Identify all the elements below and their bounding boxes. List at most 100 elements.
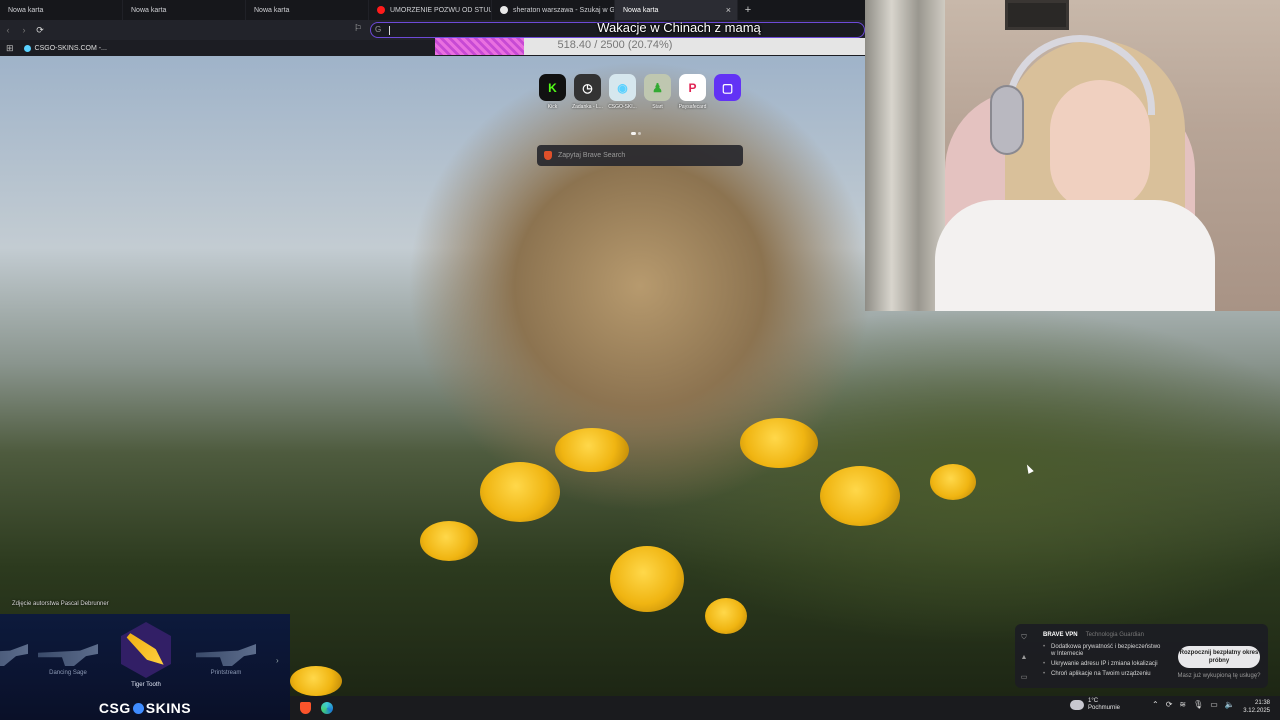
shortcut-tile[interactable]: ▢ xyxy=(710,74,745,118)
tab-title: Nowa karta xyxy=(8,6,44,14)
cloud-icon xyxy=(1070,700,1084,710)
skin-item[interactable]: Dancing Sage xyxy=(32,622,104,694)
flower xyxy=(740,418,818,468)
bookmark-csgo-skins[interactable]: CSGO-SKINS.COM -... xyxy=(35,45,107,52)
browser-tab[interactable]: Nowa karta xyxy=(246,0,369,20)
shortcut-tile[interactable]: ◷ Zadanka - L... xyxy=(570,74,605,118)
system-tray: ⌃ ⟳ ≋ 🎙 ▭ 🔈 xyxy=(1152,700,1235,709)
card-icon[interactable]: ▭ xyxy=(1019,668,1029,688)
flower xyxy=(420,521,478,561)
app-icon: ▢ xyxy=(714,74,741,101)
clock-date: 3.12.2025 xyxy=(1243,708,1270,714)
new-tab-button[interactable]: + xyxy=(738,0,758,20)
tab-active[interactable]: Nowa karta × xyxy=(615,0,738,20)
page-dot[interactable] xyxy=(638,132,641,135)
flower xyxy=(820,466,900,526)
weather-temp: 1°C xyxy=(1088,698,1099,704)
weather-widget[interactable]: 1°C Pochmurnie xyxy=(1070,698,1120,712)
skin-item[interactable]: Printstream xyxy=(190,622,262,694)
tray-chevron-icon[interactable]: ⌃ xyxy=(1152,700,1159,709)
browser-tab-bar: Nowa karta Nowa karta Nowa karta UMORZENIE … xyxy=(0,0,865,20)
reload-icon[interactable]: ⟳ xyxy=(32,25,48,36)
tab-title: Nowa karta xyxy=(131,6,167,14)
photo-credit[interactable]: Zdjęcie autorstwa Pascal Debrunner xyxy=(12,601,109,607)
shortcut-label: Kick xyxy=(547,104,558,110)
kick-icon: K xyxy=(539,74,566,101)
rifle-icon xyxy=(0,644,28,666)
mic-icon[interactable]: 🎙 xyxy=(1193,700,1203,709)
forward-icon[interactable]: › xyxy=(16,25,32,35)
knife-hex-icon xyxy=(121,622,171,678)
vpn-brand: BRAVE VPN xyxy=(1043,632,1078,638)
chevron-right-icon[interactable]: › xyxy=(276,656,279,665)
clock-icon: ◷ xyxy=(574,74,601,101)
tab-title: Nowa karta xyxy=(623,6,659,14)
stream-goal-progress-text: 518.40 / 2500 (20.74%) xyxy=(557,39,673,51)
shortcut-tile[interactable]: K Kick xyxy=(535,74,570,118)
sync-icon[interactable]: ⟳ xyxy=(1166,700,1173,709)
paypal-icon: P xyxy=(679,74,706,101)
shortcut-label: Start xyxy=(652,104,663,110)
youtube-icon xyxy=(377,6,385,14)
browser-tab[interactable]: Nowa karta xyxy=(0,0,123,20)
browser-tab[interactable]: Nowa karta xyxy=(123,0,246,20)
shortcut-tile[interactable]: ◉ CSGO-SKI... xyxy=(605,74,640,118)
shortcut-tile[interactable]: P Paysafecard xyxy=(675,74,710,118)
wall-picture xyxy=(1005,0,1069,30)
brave-search-box[interactable]: Zapytaj Brave Search xyxy=(537,145,743,166)
webcam-feed xyxy=(865,0,1280,311)
clock-time: 21:38 xyxy=(1254,700,1270,706)
text-caret xyxy=(389,26,390,35)
start-trial-button[interactable]: Rozpocznij bezpłatny okres próbny xyxy=(1178,646,1260,668)
taskbar-edge[interactable] xyxy=(316,697,338,719)
skin-item[interactable] xyxy=(0,622,34,694)
flower xyxy=(610,546,684,612)
apps-grid-icon[interactable]: ⊞ xyxy=(6,43,14,54)
google-icon xyxy=(500,6,508,14)
close-tab-icon[interactable]: × xyxy=(726,5,731,15)
rifle-icon xyxy=(38,644,98,666)
bookmark-icon[interactable]: ⚐ xyxy=(354,23,362,34)
stream-goal-progress-bar: 518.40 / 2500 (20.74%) xyxy=(435,38,865,55)
google-icon: G xyxy=(375,25,382,34)
shortcut-page-dots xyxy=(631,122,643,140)
back-icon[interactable]: ‹ xyxy=(0,25,16,35)
brave-vpn-popup: ⛉ ▲ ▭ BRAVE VPN Technologia Guardian Doda… xyxy=(1015,624,1268,688)
flower xyxy=(555,428,629,472)
shield-icon[interactable]: ⛉ xyxy=(1019,628,1029,648)
vpn-feature: Dodatkowa prywatność i bezpieczeństwo w … xyxy=(1043,644,1161,658)
streamer-body xyxy=(935,200,1215,311)
skin-item-selected[interactable]: Tiger Tooth xyxy=(110,622,182,694)
browser-tab[interactable]: sheraton warszawa - Szukaj w Google xyxy=(492,0,615,20)
tab-title: sheraton warszawa - Szukaj w Google xyxy=(513,6,615,14)
vpn-feature: Chroń aplikacje na Twoim urządzeniu xyxy=(1043,671,1161,678)
stream-goal-title: Wakacje w Chinach z mamą xyxy=(597,20,761,35)
shortcut-label: Zadanka - L... xyxy=(572,104,603,110)
taskbar-clock[interactable]: 21:38 3.12.2025 xyxy=(1243,699,1270,715)
csgo-skins-icon: ◉ xyxy=(609,74,636,101)
browser-tab[interactable]: UMORZENIE POZWU OD STUU? (W... xyxy=(369,0,492,20)
vpn-feature: Ukrywanie adresu IP i zmiana lokalizacji xyxy=(1043,661,1161,668)
edge-icon xyxy=(321,702,333,714)
streamer-face xyxy=(1050,80,1150,210)
weather-desc: Pochmurnie xyxy=(1088,705,1121,711)
monitor-icon[interactable]: ▭ xyxy=(1210,700,1218,709)
search-placeholder: Zapytaj Brave Search xyxy=(558,152,626,159)
flower xyxy=(930,464,976,500)
shortcut-tile[interactable]: ♟ Start xyxy=(640,74,675,118)
already-subscribed-link[interactable]: Masz już wykupioną tę usługę? xyxy=(1175,673,1263,679)
page-dot[interactable] xyxy=(631,132,636,135)
sniper-icon xyxy=(196,644,256,666)
warning-icon[interactable]: ▲ xyxy=(1019,648,1029,668)
csgo-skins-logo: CSG SKINS xyxy=(98,700,192,716)
shortcut-label: Paysafecard xyxy=(678,104,707,110)
headphones-icon xyxy=(990,85,1024,155)
brave-icon xyxy=(544,151,552,160)
wifi-icon[interactable]: ≋ xyxy=(1179,700,1186,709)
volume-icon[interactable]: 🔈 xyxy=(1225,700,1235,709)
shortcut-label: CSGO-SKI... xyxy=(608,104,637,110)
vpn-features: Dodatkowa prywatność i bezpieczeństwo w … xyxy=(1043,644,1161,681)
skin-name: Dancing Sage xyxy=(49,670,87,676)
taskbar-brave[interactable] xyxy=(294,697,316,719)
start-icon: ♟ xyxy=(644,74,671,101)
